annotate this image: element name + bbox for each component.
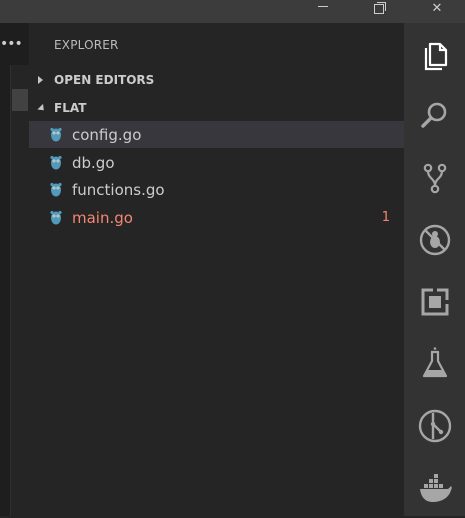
docker-icon: [419, 474, 452, 502]
search-icon: [420, 102, 446, 128]
editor-scrollbar[interactable]: [10, 65, 29, 516]
explorer-title: EXPLORER: [54, 38, 119, 52]
more-actions-icon[interactable]: •••: [0, 37, 23, 53]
files-icon: [424, 42, 447, 71]
activity-bar: [404, 23, 465, 516]
source-control-icon: [423, 163, 446, 194]
go-gopher-icon: [50, 127, 62, 142]
activity-explorer[interactable]: [404, 25, 465, 85]
activity-source-control[interactable]: [404, 148, 465, 208]
activity-search[interactable]: [404, 86, 465, 146]
file-item-functions-go[interactable]: functions.go: [29, 176, 404, 203]
test-flask-icon: [422, 347, 447, 378]
go-gopher-icon: [50, 182, 62, 197]
section-open-editors[interactable]: OPEN EDITORS: [29, 67, 404, 93]
activity-testing[interactable]: [404, 334, 465, 394]
close-icon: ✕: [431, 1, 443, 16]
restore-icon: [374, 1, 386, 14]
chevron-right-icon: [38, 76, 48, 84]
go-gopher-icon: [50, 155, 62, 170]
gitlens-icon: [418, 409, 451, 443]
close-button[interactable]: ✕: [414, 0, 460, 23]
activity-docker[interactable]: [404, 458, 465, 518]
extensions-icon: [421, 288, 449, 316]
file-name: main.go: [72, 208, 133, 227]
section-label: OPEN EDITORS: [54, 73, 155, 87]
restore-button[interactable]: [356, 0, 402, 23]
problem-count-badge: 1: [381, 210, 390, 225]
file-item-main-go[interactable]: main.go 1: [29, 204, 404, 231]
minimize-icon: [318, 6, 328, 7]
file-name: config.go: [72, 125, 142, 144]
title-bar: ✕: [0, 0, 465, 23]
file-item-db-go[interactable]: db.go: [29, 149, 404, 176]
minimize-button[interactable]: [300, 0, 346, 23]
chevron-down-icon: [37, 103, 48, 113]
editor-scrollbar-thumb[interactable]: [12, 89, 28, 111]
activity-gitlens[interactable]: [404, 396, 465, 456]
debug-icon: [419, 224, 450, 256]
file-name: db.go: [72, 153, 115, 172]
activity-extensions[interactable]: [404, 272, 465, 332]
section-label: FLAT: [54, 101, 87, 115]
editor-edge: •••: [0, 23, 29, 516]
activity-debug[interactable]: [404, 210, 465, 270]
file-name: functions.go: [72, 180, 165, 199]
go-gopher-icon: [50, 210, 62, 225]
file-item-config-go[interactable]: config.go: [29, 121, 404, 148]
section-flat[interactable]: FLAT: [29, 95, 404, 121]
